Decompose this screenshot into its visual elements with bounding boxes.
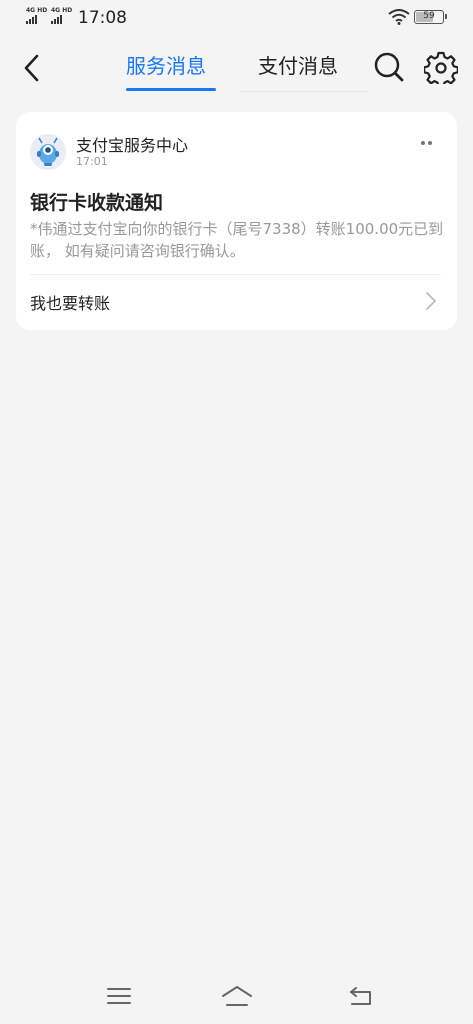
header-divider xyxy=(240,91,368,92)
tab-payment-messages[interactable]: 支付消息 xyxy=(258,50,338,79)
chevron-right-icon[interactable] xyxy=(424,290,438,312)
tab-indicator xyxy=(126,88,216,91)
more-options-button[interactable] xyxy=(415,134,439,152)
tab-service-messages[interactable]: 服务消息 xyxy=(126,50,206,79)
signal-icon-1: 4G HD xyxy=(26,8,47,24)
message-title: 银行卡收款通知 xyxy=(30,192,164,214)
clock: 17:08 xyxy=(78,8,127,28)
message-time: 17:01 xyxy=(76,155,108,168)
nav-home-button[interactable] xyxy=(220,984,254,1008)
gear-icon xyxy=(423,51,459,88)
signal-label-2: 4G HD xyxy=(51,7,73,14)
back-icon xyxy=(24,54,39,82)
home-icon xyxy=(222,986,252,1006)
battery-icon: 59 xyxy=(414,10,447,24)
more-icon xyxy=(421,141,425,145)
search-icon xyxy=(374,52,404,82)
wifi-icon xyxy=(388,9,410,29)
message-card[interactable]: 支付宝服务中心 17:01 银行卡收款通知 *伟通过支付宝向你的银行卡（尾号73… xyxy=(16,112,457,330)
sender-name: 支付宝服务中心 xyxy=(76,136,189,155)
signal-icon-2: 4G HD xyxy=(51,8,72,24)
signal-label-1: 4G HD xyxy=(26,7,48,14)
card-divider xyxy=(30,274,441,275)
return-icon xyxy=(350,987,371,1005)
nav-back-button[interactable] xyxy=(347,985,375,1007)
search-button[interactable] xyxy=(372,50,406,84)
nav-menu-button[interactable] xyxy=(106,986,132,1006)
settings-button[interactable] xyxy=(423,50,459,88)
message-body: *伟通过支付宝向你的银行卡（尾号7338）转账100.00元已到账， 如有疑问请… xyxy=(30,220,444,260)
back-button[interactable] xyxy=(18,50,50,86)
status-bar: 4G HD 4G HD 17:08 59 xyxy=(0,0,473,36)
battery-level: 59 xyxy=(423,11,435,21)
service-center-avatar-icon xyxy=(30,134,66,170)
avatar xyxy=(30,134,66,170)
menu-icon xyxy=(107,988,131,1004)
transfer-action-label[interactable]: 我也要转账 xyxy=(30,290,110,314)
